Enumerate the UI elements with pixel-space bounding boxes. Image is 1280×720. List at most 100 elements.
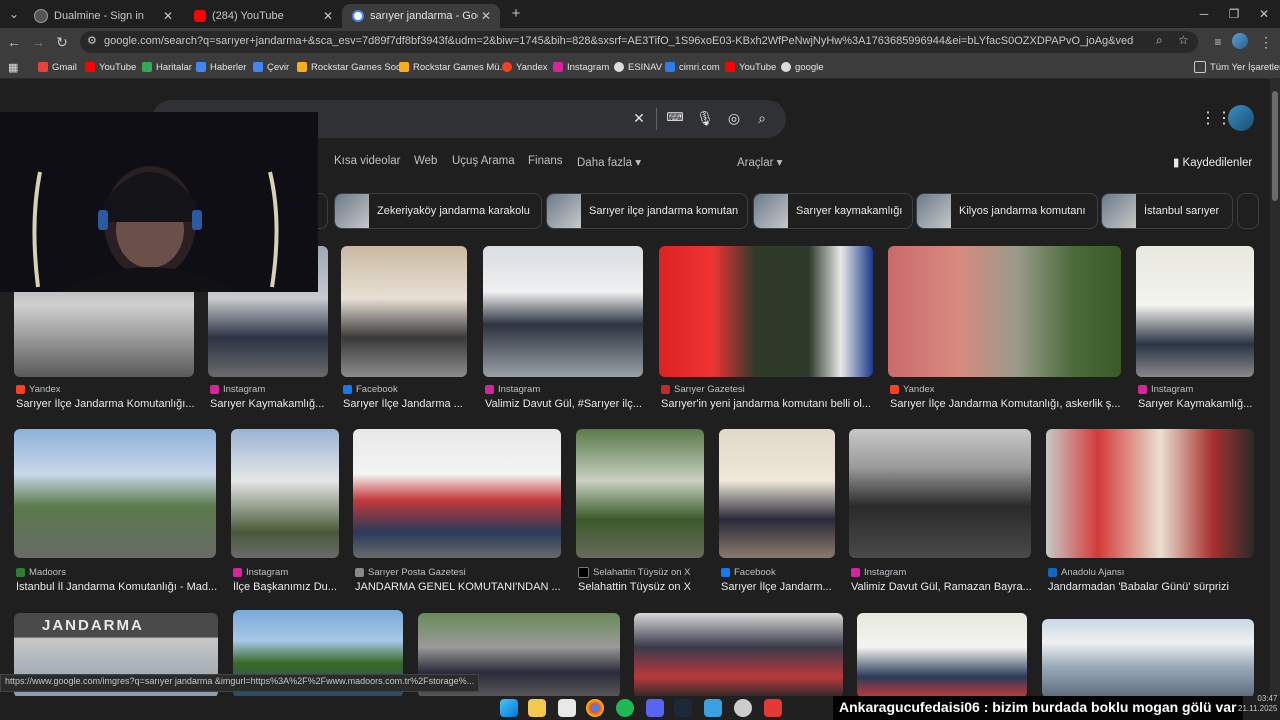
tab-google-search[interactable]: sarıyer jandarma - Google'da A ✕ [342,4,500,28]
result-caption[interactable]: Sarıyer İlçe Jandarma Komutanlığı... [16,398,196,410]
scrollbar-thumb[interactable] [1272,91,1278,201]
bookmark-google[interactable]: google [781,59,824,75]
store-icon[interactable] [558,699,576,717]
page-scrollbar[interactable] [1270,79,1280,696]
result-caption[interactable]: Jandarmadan 'Babalar Günü' sürprizi [1048,581,1256,593]
chip-kaymakamlik[interactable]: Sarıyer kaymakamlığı [753,193,913,229]
result-caption[interactable]: Valimiz Davut Gül, #Sarıyer ilç... [485,398,645,410]
result-thumbnail[interactable] [659,246,873,377]
tab-search-chevron-icon[interactable]: ⌄ [4,4,24,24]
webcam-overlay [0,112,318,292]
result-caption[interactable]: JANDARMA GENEL KOMUTANI'NDAN ... [355,581,563,593]
browser-menu-icon[interactable]: ⋮ [1256,32,1276,52]
bookmark-haberler[interactable]: Haberler [196,59,246,75]
close-window-icon[interactable]: ✕ [1250,4,1278,24]
chip-istanbul-sariyer[interactable]: İstanbul sarıyer [1101,193,1233,229]
bookmark-gmail[interactable]: Gmail [38,59,77,75]
bookmark-star-icon[interactable]: ☆ [1178,33,1189,47]
result-thumbnail[interactable] [849,429,1031,558]
result-thumbnail[interactable] [353,429,561,558]
close-tab-icon[interactable]: ✕ [478,9,494,23]
forward-icon[interactable]: → [28,32,48,52]
filter-finance[interactable]: Finans [528,155,563,167]
result-caption[interactable]: Sarıyer Kaymakamlığ... [210,398,330,410]
result-caption[interactable]: Sarıyer'in yeni jandarma komutanı belli … [661,398,875,410]
chip-partial-right[interactable] [1237,193,1259,229]
result-caption[interactable]: İlçe Başkanımız Du... [233,581,341,593]
bookmark-cevir[interactable]: Çevir [253,59,289,75]
spotify-icon[interactable] [616,699,634,717]
result-thumbnail[interactable] [341,246,467,377]
close-tab-icon[interactable]: ✕ [160,9,176,23]
bookmark-cimri[interactable]: cimri.com [665,59,720,75]
clear-search-icon[interactable]: ✕ [630,110,648,128]
account-avatar[interactable] [1228,105,1254,131]
apps-grid-icon[interactable]: ▦ [8,59,18,75]
result-thumbnail[interactable] [857,613,1027,696]
profile-avatar[interactable] [1232,33,1248,49]
result-thumbnail[interactable] [483,246,643,377]
chip-kilyos[interactable]: Kilyos jandarma komutanı [916,193,1098,229]
bookmark-yandex[interactable]: Yandex [502,59,548,75]
microphone-icon[interactable]: 🎙 [696,110,714,128]
steam-icon[interactable] [674,699,692,717]
tab-dualmine[interactable]: Dualmine - Sign in ✕ [24,4,182,28]
result-thumbnail[interactable] [576,429,704,558]
all-bookmarks-folder[interactable]: Tüm Yer İşaretleri [1194,59,1280,75]
bookmark-instagram[interactable]: Instagram [553,59,609,75]
back-icon[interactable]: ← [4,32,24,52]
zoom-icon[interactable]: ⌕ [1156,33,1163,48]
start-menu-icon[interactable] [500,699,518,717]
result-thumbnail[interactable] [231,429,339,558]
close-tab-icon[interactable]: ✕ [320,9,336,23]
restore-icon[interactable]: ❐ [1220,4,1248,24]
chip-sariyer-ilce[interactable]: Sarıyer ilçe jandarma komutan [546,193,748,229]
tab-youtube[interactable]: (284) YouTube ✕ [184,4,342,28]
bookmark-esinav[interactable]: ESINAV [614,59,662,75]
reload-icon[interactable]: ↻ [52,32,72,52]
minimize-icon[interactable]: ─ [1190,4,1218,24]
chip-zekeriyakoy[interactable]: Zekeriyaköy jandarma karakolu [334,193,542,229]
media-controls-icon[interactable]: ≡ [1208,32,1228,52]
result-caption[interactable]: Sarıyer İlçe Jandarma Komutanlığı, asker… [890,398,1123,410]
bookmark-rockstar-music[interactable]: Rockstar Games Mü... [399,59,508,75]
discord-icon[interactable] [646,699,664,717]
lens-camera-icon[interactable]: ◎ [725,110,743,128]
result-thumbnail[interactable] [1046,429,1254,558]
bookmark-youtube-2[interactable]: YouTube [725,59,776,75]
result-caption[interactable]: Sarıyer Kaymakamlığ... [1138,398,1256,410]
result-source: Selahattin Tüysüz on X [578,567,691,578]
result-caption[interactable]: İstanbul İl Jandarma Komutanlığı - Mad..… [16,581,218,593]
clock-time: 03:47 [1257,694,1278,703]
result-thumbnail[interactable] [634,613,843,696]
address-bar[interactable]: ⚙ google.com/search?q=sarıyer+jandarma+&… [80,31,1198,53]
result-caption[interactable]: Selahattin Tüysüz on X [578,581,706,593]
new-tab-button[interactable]: + [502,4,530,24]
bookmark-rockstar-social[interactable]: Rockstar Games Soc... [297,59,409,75]
result-caption[interactable]: Sarıyer İlçe Jandarma ... [343,398,469,410]
app-icon[interactable] [704,699,722,717]
bookmark-haritalar[interactable]: Haritalar [142,59,192,75]
result-caption[interactable]: Sarıyer İlçe Jandarm... [721,581,837,593]
result-thumbnail[interactable] [1136,246,1254,377]
filter-more[interactable]: Daha fazla ▾ [577,155,641,169]
filter-web[interactable]: Web [414,155,437,167]
app-red-icon[interactable] [764,699,782,717]
site-info-icon[interactable]: ⚙ [87,34,97,47]
result-thumbnail[interactable] [719,429,835,558]
saved-button[interactable]: ▮ Kaydedilenler [1173,155,1252,169]
result-caption[interactable]: Valimiz Davut Gül, Ramazan Bayra... [851,581,1033,593]
system-clock[interactable]: 03:47 21.11.2025 [1238,694,1277,714]
bookmark-youtube[interactable]: YouTube [85,59,136,75]
tools-button[interactable]: Araçlar ▾ [737,155,782,169]
result-thumbnail[interactable] [888,246,1121,377]
chrome-icon[interactable] [586,699,604,717]
result-thumbnail[interactable] [1042,619,1254,696]
result-thumbnail[interactable] [14,429,216,558]
keyboard-icon[interactable]: ⌨ [666,110,684,128]
filter-short-videos[interactable]: Kısa videolar [334,155,400,167]
search-icon[interactable]: ⌕ [753,110,771,128]
file-explorer-icon[interactable] [528,699,546,717]
obs-icon[interactable] [734,699,752,717]
filter-flights[interactable]: Uçuş Arama [452,155,515,167]
